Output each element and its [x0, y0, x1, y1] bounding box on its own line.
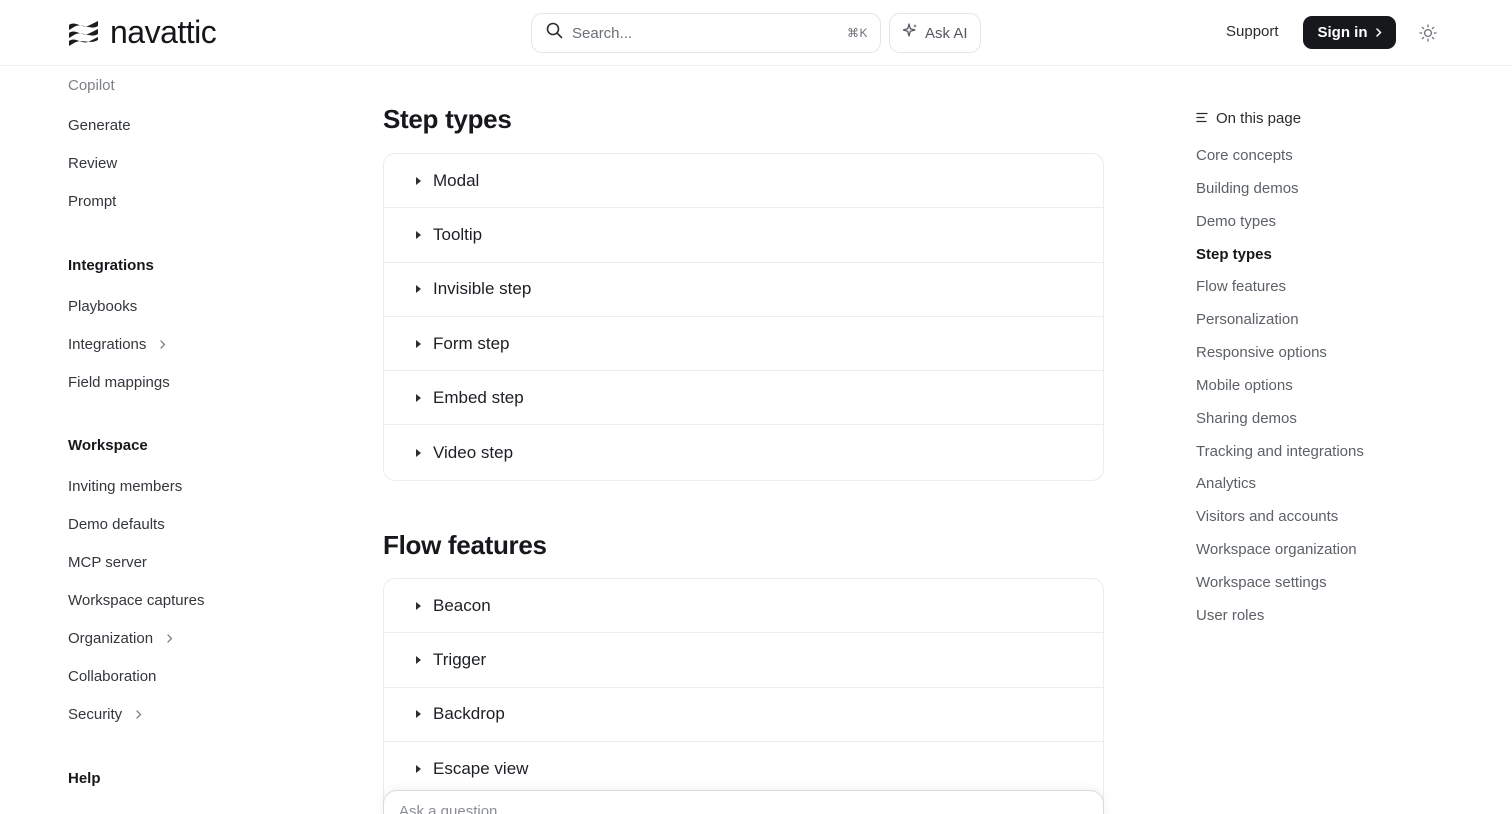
toc-item-workspace-settings[interactable]: Workspace settings [1196, 574, 1327, 591]
support-link[interactable]: Support [1226, 23, 1279, 40]
sidebar-item-organization[interactable]: Organization [68, 630, 173, 647]
accordion-label: Escape view [433, 759, 529, 779]
sun-icon[interactable] [1419, 24, 1437, 47]
sidebar-item-playbooks[interactable]: Playbooks [68, 298, 137, 315]
sidebar-item-inviting-members[interactable]: Inviting members [68, 478, 182, 495]
accordion-item-beacon[interactable]: Beacon [384, 579, 1103, 634]
flow-features-accordion: Beacon Trigger Backdrop Escape view [383, 578, 1104, 814]
sidebar-heading-integrations: Integrations [68, 257, 154, 274]
sidebar-item-prompt[interactable]: Prompt [68, 193, 116, 210]
sidebar-heading-workspace: Workspace [68, 437, 148, 454]
sidebar-item-mcp-server[interactable]: MCP server [68, 554, 147, 571]
sidebar-heading-help: Help [68, 770, 101, 787]
caret-right-icon [416, 285, 421, 294]
sidebar-item-label: Security [68, 706, 123, 723]
step-types-accordion: Modal Tooltip Invisible step Form step E… [383, 153, 1104, 481]
sidebar-item-label: Organization [68, 630, 154, 647]
accordion-label: Invisible step [433, 279, 532, 299]
chevron-right-icon [136, 706, 142, 723]
sidebar-item-workspace-captures[interactable]: Workspace captures [68, 592, 204, 609]
logo[interactable]: navattic [68, 14, 217, 50]
toc-item-flow-features[interactable]: Flow features [1196, 278, 1286, 295]
accordion-item-video-step[interactable]: Video step [384, 425, 1103, 479]
toc-item-core-concepts[interactable]: Core concepts [1196, 147, 1293, 164]
sidebar-item-field-mappings[interactable]: Field mappings [68, 374, 170, 391]
logo-text: navattic [110, 14, 217, 50]
sidebar-item-integrations[interactable]: Integrations [68, 336, 166, 353]
sidebar-item-security[interactable]: Security [68, 706, 142, 723]
sidebar-item-review[interactable]: Review [68, 155, 117, 172]
chevron-right-icon [1375, 24, 1382, 41]
caret-right-icon [416, 710, 421, 719]
accordion-item-trigger[interactable]: Trigger [384, 633, 1103, 688]
caret-right-icon [416, 230, 421, 239]
accordion-label: Video step [433, 442, 514, 462]
accordion-item-modal[interactable]: Modal [384, 154, 1103, 209]
accordion-item-invisible-step[interactable]: Invisible step [384, 263, 1103, 317]
accordion-label: Beacon [433, 595, 491, 615]
accordion-item-escape-view[interactable]: Escape view [384, 742, 1103, 796]
toc-item-building-demos[interactable]: Building demos [1196, 180, 1299, 197]
sign-in-label: Sign in [1317, 24, 1368, 41]
search-placeholder[interactable]: Search... [572, 25, 847, 42]
toc-item-step-types[interactable]: Step types [1196, 246, 1272, 263]
section-title-step-types: Step types [383, 104, 512, 134]
search-shortcut: ⌘K [846, 26, 868, 40]
navattic-logo-icon [68, 16, 100, 48]
caret-right-icon [416, 339, 421, 348]
caret-right-icon [416, 176, 421, 185]
top-header: navattic Search... ⌘K Ask AI Support Sig… [0, 0, 1512, 66]
ask-ai-label: Ask AI [925, 24, 968, 42]
caret-right-icon [416, 655, 421, 664]
ask-ai-button[interactable]: Ask AI [889, 13, 981, 53]
toc-heading-label: On this page [1216, 110, 1302, 127]
toc-item-mobile-options[interactable]: Mobile options [1196, 377, 1293, 394]
ask-question-placeholder[interactable]: Ask a question... [399, 803, 510, 814]
sparkle-icon [902, 23, 918, 43]
accordion-label: Modal [433, 170, 480, 190]
lines-icon [1196, 110, 1208, 127]
accordion-label: Trigger [433, 649, 487, 669]
docs-page: navattic Search... ⌘K Ask AI Support Sig… [0, 0, 1512, 814]
toc-item-personalization[interactable]: Personalization [1196, 311, 1299, 328]
ask-question-input[interactable]: Ask a question... [383, 790, 1104, 814]
chevron-right-icon [160, 336, 166, 353]
sign-in-button[interactable]: Sign in [1303, 16, 1396, 49]
accordion-label: Embed step [433, 387, 524, 407]
toc-item-demo-types[interactable]: Demo types [1196, 213, 1276, 230]
toc-item-visitors-and-accounts[interactable]: Visitors and accounts [1196, 508, 1338, 525]
section-title-flow-features: Flow features [383, 530, 547, 560]
accordion-item-embed-step[interactable]: Embed step [384, 371, 1103, 426]
sidebar-item-collaboration[interactable]: Collaboration [68, 668, 156, 685]
accordion-label: Tooltip [433, 224, 483, 244]
caret-right-icon [416, 765, 421, 774]
search-box[interactable]: Search... ⌘K [531, 13, 881, 53]
sidebar-item-label: Integrations [68, 336, 147, 353]
accordion-label: Backdrop [433, 704, 505, 724]
toc-item-tracking-and-integrations[interactable]: Tracking and integrations [1196, 443, 1364, 460]
accordion-item-tooltip[interactable]: Tooltip [384, 208, 1103, 263]
sidebar-item-demo-defaults[interactable]: Demo defaults [68, 516, 165, 533]
chevron-right-icon [167, 630, 173, 647]
search-icon [546, 22, 563, 44]
toc-item-workspace-organization[interactable]: Workspace organization [1196, 541, 1357, 558]
caret-right-icon [416, 601, 421, 610]
caret-right-icon [416, 448, 421, 457]
sidebar-item-generate[interactable]: Generate [68, 117, 131, 134]
toc-heading: On this page [1196, 110, 1301, 127]
caret-right-icon [416, 393, 421, 402]
toc-item-user-roles[interactable]: User roles [1196, 607, 1264, 624]
toc-item-responsive-options[interactable]: Responsive options [1196, 344, 1327, 361]
toc-item-sharing-demos[interactable]: Sharing demos [1196, 410, 1297, 427]
toc-item-analytics[interactable]: Analytics [1196, 475, 1256, 492]
accordion-item-backdrop[interactable]: Backdrop [384, 688, 1103, 742]
accordion-item-form-step[interactable]: Form step [384, 317, 1103, 372]
sidebar-item-copilot[interactable]: Copilot [68, 77, 115, 94]
accordion-label: Form step [433, 333, 510, 353]
